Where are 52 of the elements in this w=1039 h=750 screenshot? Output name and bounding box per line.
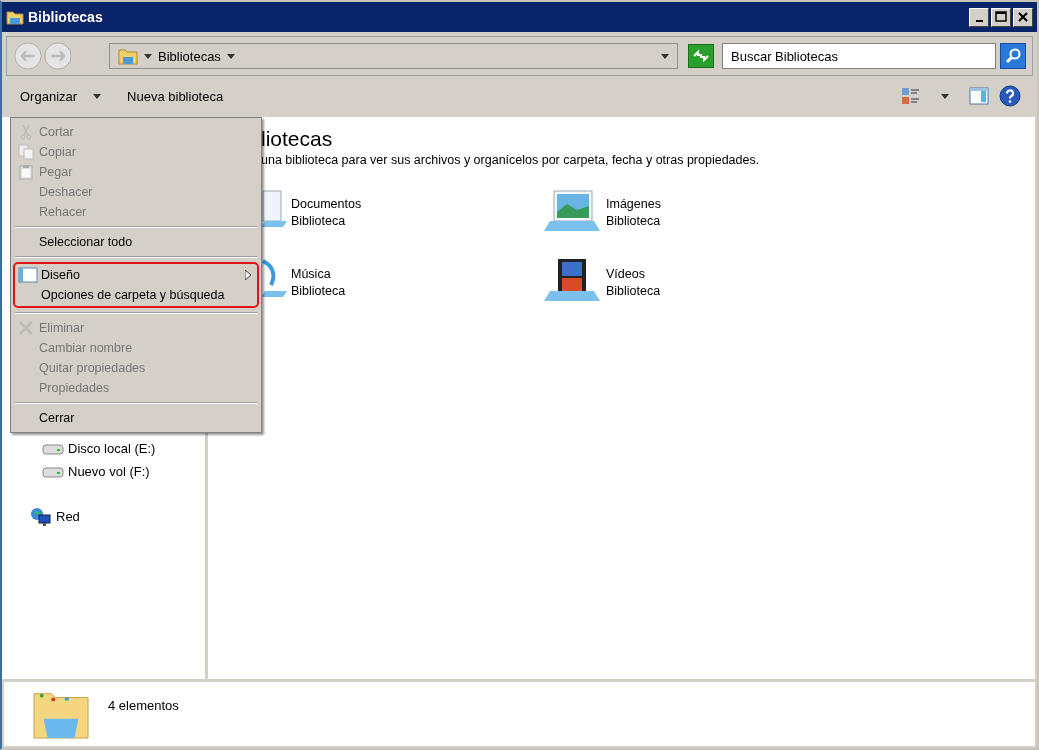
delete-icon	[18, 320, 34, 336]
menu-item[interactable]: Seleccionar todo	[13, 232, 259, 252]
dropdown-icon[interactable]	[661, 53, 669, 59]
description: una biblioteca para ver sus archivos y organícelos por carpeta, fecha y otras propiedades.	[261, 153, 760, 167]
search-icon	[1004, 47, 1022, 65]
sidebar-item[interactable]: Nuevo vol (F:)	[2, 460, 205, 483]
refresh-button[interactable]	[688, 44, 714, 68]
item-count: 4 elementos	[108, 698, 179, 713]
menu-item[interactable]: Cerrar	[13, 408, 259, 428]
submenu-arrow-icon	[245, 270, 251, 280]
maximize-icon	[993, 10, 1009, 24]
library-name: Vídeos	[606, 266, 645, 281]
sidebar-item[interactable]: Disco local (E:)	[2, 437, 205, 460]
minimize-icon	[975, 20, 983, 22]
close-icon	[1015, 10, 1031, 24]
layout-icon	[18, 267, 38, 283]
menu-item[interactable]: Diseño	[15, 265, 257, 285]
organize-button[interactable]: Organizar	[14, 84, 84, 108]
sidebar-item[interactable]: Red	[2, 505, 205, 528]
copy-icon	[18, 144, 34, 160]
library-type: Biblioteca	[606, 283, 661, 298]
caret-icon[interactable]	[226, 53, 235, 59]
close-button[interactable]	[1013, 7, 1033, 27]
scissors-icon	[19, 124, 33, 140]
library-type: Biblioteca	[291, 213, 346, 228]
menu-item[interactable]: Opciones de carpeta y búsqueda	[15, 285, 257, 305]
network-icon	[30, 506, 52, 527]
library-type: Biblioteca	[606, 213, 661, 228]
preview-pane-icon[interactable]	[969, 87, 989, 105]
caret-icon[interactable]	[93, 93, 102, 99]
caret-icon[interactable]	[144, 53, 152, 59]
view-options-icon[interactable]	[901, 86, 921, 106]
library-type: Biblioteca	[291, 283, 346, 298]
library-name: Música	[291, 266, 331, 281]
breadcrumb[interactable]: Bibliotecas	[158, 48, 221, 64]
new-library-button[interactable]: Nueva biblioteca	[121, 84, 230, 108]
window-title: Bibliotecas	[28, 9, 103, 25]
folder-icon	[6, 9, 24, 25]
search-field[interactable]: Buscar Bibliotecas	[722, 43, 996, 69]
drive-icon	[42, 442, 64, 455]
drive-icon	[42, 465, 64, 478]
page-heading: liotecas	[261, 127, 333, 151]
clipboard-icon	[18, 164, 34, 180]
caret-icon[interactable]	[941, 93, 949, 99]
library-name: Documentos	[291, 196, 362, 211]
minimize-button[interactable]	[969, 7, 989, 27]
library-name: Imágenes	[606, 196, 661, 211]
maximize-button[interactable]	[991, 7, 1011, 27]
search-button[interactable]	[1000, 43, 1026, 69]
folder-icon	[118, 47, 138, 65]
address-bar[interactable]: Bibliotecas	[109, 43, 678, 69]
help-icon[interactable]	[999, 85, 1021, 107]
